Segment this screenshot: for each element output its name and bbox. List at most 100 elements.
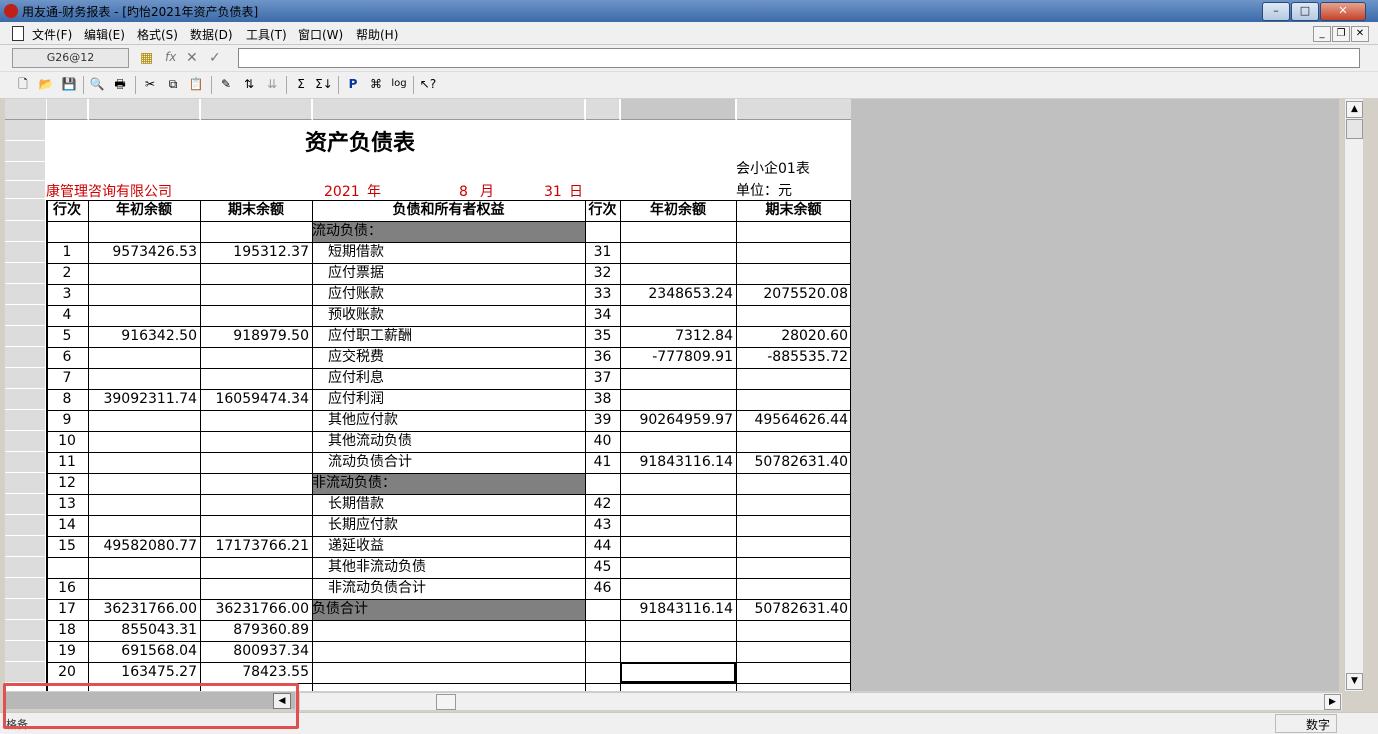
format-painter-icon[interactable]: ✎ <box>217 75 235 93</box>
confirm-icon[interactable]: ✓ <box>209 50 221 66</box>
amount-cell[interactable] <box>200 431 312 452</box>
amount-cell[interactable]: 17173766.21 <box>200 536 312 557</box>
item-cell[interactable]: 短期借款 <box>312 242 585 263</box>
line-cell[interactable]: 8 <box>46 389 88 410</box>
row-header[interactable] <box>5 641 45 662</box>
amount-cell[interactable]: 7312.84 <box>620 326 736 347</box>
line-cell[interactable] <box>585 620 620 641</box>
column-header[interactable] <box>201 99 312 120</box>
close-button[interactable]: ✕ <box>1320 2 1366 21</box>
amount-cell[interactable] <box>736 431 851 452</box>
line-cell[interactable] <box>46 221 88 242</box>
table-header[interactable]: 年初余额 <box>620 200 736 221</box>
line-cell[interactable]: 16 <box>46 578 88 599</box>
amount-cell[interactable] <box>736 494 851 515</box>
amount-cell[interactable] <box>200 305 312 326</box>
menu-window[interactable]: 窗口(W) <box>298 26 343 43</box>
amount-cell[interactable] <box>200 410 312 431</box>
amount-cell[interactable]: 691568.04 <box>88 641 200 662</box>
function-icon[interactable]: ▦ <box>140 50 153 66</box>
amount-cell[interactable] <box>620 620 736 641</box>
line-cell[interactable]: 37 <box>585 368 620 389</box>
line-cell[interactable]: 1 <box>46 242 88 263</box>
line-cell[interactable]: 6 <box>46 347 88 368</box>
amount-cell[interactable] <box>88 410 200 431</box>
row-header[interactable] <box>5 181 45 199</box>
menu-file[interactable]: 文件(F) <box>32 26 72 43</box>
amount-cell[interactable]: 36231766.00 <box>88 599 200 620</box>
amount-cell[interactable] <box>620 221 736 242</box>
line-cell[interactable]: 12 <box>46 473 88 494</box>
amount-cell[interactable] <box>200 494 312 515</box>
doc-restore-button[interactable]: ❐ <box>1332 26 1350 42</box>
log-icon[interactable]: log <box>390 75 408 93</box>
item-cell[interactable]: 预收账款 <box>312 305 585 326</box>
amount-cell[interactable] <box>736 263 851 284</box>
item-cell[interactable]: 非流动负债： <box>312 473 585 494</box>
item-cell[interactable]: 其他流动负债 <box>312 431 585 452</box>
amount-cell[interactable] <box>736 221 851 242</box>
item-cell[interactable]: 其他非流动负债 <box>312 557 585 578</box>
row-header[interactable] <box>5 662 45 683</box>
save-icon[interactable]: 💾 <box>60 75 78 93</box>
p-icon[interactable]: P <box>344 75 362 93</box>
row-header[interactable] <box>5 515 45 536</box>
amount-cell[interactable] <box>736 662 851 683</box>
amount-cell[interactable]: 39092311.74 <box>88 389 200 410</box>
maximize-button[interactable]: □ <box>1291 2 1319 21</box>
item-cell[interactable]: 长期应付款 <box>312 515 585 536</box>
amount-cell[interactable] <box>620 389 736 410</box>
scroll-right-button[interactable]: ▶ <box>1324 694 1341 710</box>
amount-cell[interactable] <box>200 263 312 284</box>
line-cell[interactable]: 44 <box>585 536 620 557</box>
row-header[interactable] <box>5 494 45 515</box>
row-header[interactable] <box>5 347 45 368</box>
line-cell[interactable]: 11 <box>46 452 88 473</box>
row-header[interactable] <box>5 578 45 599</box>
amount-cell[interactable] <box>200 557 312 578</box>
line-cell[interactable]: 17 <box>46 599 88 620</box>
amount-cell[interactable] <box>88 347 200 368</box>
amount-cell[interactable] <box>88 284 200 305</box>
menu-data[interactable]: 数据(D) <box>190 26 233 43</box>
row-header[interactable] <box>5 368 45 389</box>
row-header[interactable] <box>5 473 45 494</box>
line-cell[interactable]: 35 <box>585 326 620 347</box>
row-header[interactable] <box>5 599 45 620</box>
amount-cell[interactable] <box>200 347 312 368</box>
line-cell[interactable]: 4 <box>46 305 88 326</box>
line-cell[interactable]: 13 <box>46 494 88 515</box>
amount-cell[interactable]: -777809.91 <box>620 347 736 368</box>
item-cell[interactable]: 应付账款 <box>312 284 585 305</box>
line-cell[interactable]: 41 <box>585 452 620 473</box>
amount-cell[interactable] <box>620 263 736 284</box>
line-cell[interactable]: 5 <box>46 326 88 347</box>
item-cell[interactable] <box>312 662 585 683</box>
amount-cell[interactable] <box>88 473 200 494</box>
amount-cell[interactable] <box>736 473 851 494</box>
row-header[interactable] <box>5 326 45 347</box>
row-header[interactable] <box>5 221 45 242</box>
row-header[interactable] <box>5 284 45 305</box>
line-cell[interactable]: 18 <box>46 620 88 641</box>
item-cell[interactable]: 长期借款 <box>312 494 585 515</box>
amount-cell[interactable]: 49582080.77 <box>88 536 200 557</box>
line-cell[interactable]: 42 <box>585 494 620 515</box>
row-header[interactable] <box>5 431 45 452</box>
amount-cell[interactable] <box>620 578 736 599</box>
amount-cell[interactable] <box>736 536 851 557</box>
amount-cell[interactable] <box>88 578 200 599</box>
amount-cell[interactable] <box>200 473 312 494</box>
row-header[interactable] <box>5 141 45 162</box>
table-header[interactable]: 期末余额 <box>736 200 851 221</box>
row-header[interactable] <box>5 389 45 410</box>
item-cell[interactable]: 流动负债： <box>312 221 585 242</box>
amount-cell[interactable]: 50782631.40 <box>736 599 851 620</box>
paste-icon[interactable]: 📋 <box>187 75 205 93</box>
line-cell[interactable]: 31 <box>585 242 620 263</box>
item-cell[interactable]: 应付利润 <box>312 389 585 410</box>
amount-cell[interactable]: 800937.34 <box>200 641 312 662</box>
amount-cell[interactable] <box>88 368 200 389</box>
line-cell[interactable]: 43 <box>585 515 620 536</box>
selected-cell[interactable] <box>620 662 736 683</box>
